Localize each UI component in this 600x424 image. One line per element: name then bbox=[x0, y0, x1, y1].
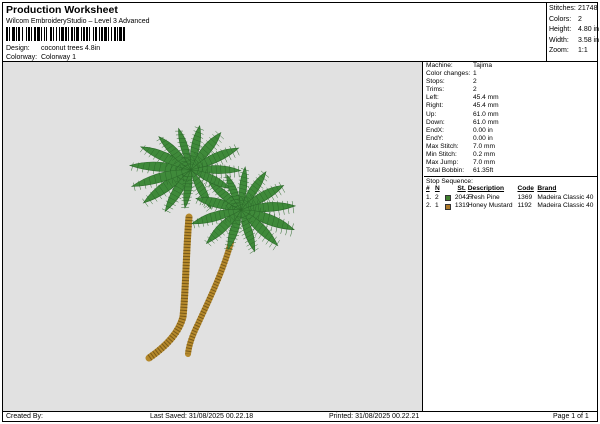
info-value: 2 bbox=[473, 78, 477, 86]
info-row: Max Jump: 7.0 mm bbox=[424, 159, 597, 167]
thread-code: 1369 bbox=[517, 193, 533, 201]
info-label: Machine: bbox=[426, 62, 453, 69]
info-row: Max Stitch: 7.0 mm bbox=[424, 143, 597, 151]
info-label: Stops: bbox=[426, 78, 445, 86]
info-row: Trims: 2 bbox=[424, 86, 597, 94]
info-label: Up: bbox=[426, 110, 437, 118]
production-worksheet: Production Worksheet Wilcom EmbroiderySt… bbox=[2, 2, 599, 422]
thread-color-swatch bbox=[444, 203, 451, 210]
info-row: Down: 61.0 mm bbox=[424, 119, 597, 127]
info-label: Total Bobbin: bbox=[426, 167, 465, 175]
thread-code: 1192 bbox=[517, 202, 532, 210]
info-label: Min Stitch: bbox=[426, 151, 457, 159]
colorway-row: Colorway: Colorway 1 bbox=[6, 54, 76, 61]
machine-info: Machine: Tajima Color changes: 1 Stops: 2 Trim… bbox=[424, 62, 597, 175]
stats-panel: Stitches: 21748 Colors: 2 Height: 4.80 in W… bbox=[546, 3, 599, 61]
info-value: 7.0 mm bbox=[473, 142, 495, 150]
info-row: Min Stitch: 0.2 mm bbox=[424, 151, 597, 159]
design-value: coconut trees 4.8in bbox=[40, 45, 101, 52]
printed-date: Printed: 31/08/2025 00.22.21 bbox=[329, 413, 420, 420]
info-label: Max Jump: bbox=[426, 159, 459, 167]
info-label: Left: bbox=[426, 94, 439, 102]
stop-row: 1. 2 20427 Fresh Pine 1369 Madeira Classic 40 bbox=[424, 194, 597, 203]
leaflet-stroke bbox=[192, 220, 195, 229]
info-label: EndY: bbox=[426, 134, 444, 142]
thread-brand: Madeira Classic 40 bbox=[537, 193, 594, 201]
info-row: Stops: 2 bbox=[424, 78, 597, 86]
thread-description: Fresh Pine bbox=[467, 193, 500, 201]
stop-number: 2. bbox=[426, 202, 432, 210]
stop-needle: 1 bbox=[434, 202, 439, 210]
info-value: 0.00 in bbox=[473, 134, 493, 142]
stop-number: 1. bbox=[426, 193, 432, 201]
info-row: Up: 61.0 mm bbox=[424, 111, 597, 119]
info-row: Left: 45.4 mm bbox=[424, 94, 597, 102]
thread-description: Honey Mustard bbox=[467, 202, 513, 210]
leaflet-stroke bbox=[133, 182, 136, 191]
info-row: Right: 45.4 mm bbox=[424, 102, 597, 110]
info-value: 2 bbox=[473, 86, 477, 94]
info-label: Down: bbox=[426, 118, 445, 126]
info-value: 45.4 mm bbox=[473, 94, 499, 102]
stop-sequence-rows: 1. 2 20427 Fresh Pine 1369 Madeira Classic 40… bbox=[424, 194, 597, 211]
info-label: Trims: bbox=[426, 86, 445, 94]
software-subtitle: Wilcom EmbroideryStudio – Level 3 Advanc… bbox=[6, 18, 150, 25]
info-value: 0.00 in bbox=[473, 126, 493, 134]
created-by: Created By: bbox=[6, 413, 43, 420]
stop-sequence-header: # N St. Description Code Brand bbox=[426, 185, 557, 193]
info-row: Machine: Tajima bbox=[424, 62, 597, 70]
left-trunk bbox=[145, 213, 193, 362]
colorway-label: Colorway: bbox=[6, 54, 38, 61]
stitch-count: 20427 bbox=[454, 193, 474, 201]
info-value: 0.2 mm bbox=[473, 151, 495, 159]
info-row: EndY: 0.00 in bbox=[424, 135, 597, 143]
stat-height: Height: 4.80 in bbox=[549, 26, 600, 33]
thread-color-swatch bbox=[444, 195, 451, 202]
info-value: 45.4 mm bbox=[473, 102, 499, 110]
info-label: EndX: bbox=[426, 126, 444, 134]
palm-trunks bbox=[145, 213, 234, 362]
info-label: Max Stitch: bbox=[426, 142, 459, 150]
page-title: Production Worksheet bbox=[6, 4, 118, 16]
info-value: 1 bbox=[473, 70, 477, 78]
stat-zoom: Zoom: 1:1 bbox=[549, 47, 588, 54]
leaflet-stroke bbox=[181, 206, 190, 209]
info-row: Total Bobbin: 61.35ft bbox=[424, 167, 597, 175]
info-value: 61.0 mm bbox=[473, 118, 499, 126]
info-row: EndX: 0.00 in bbox=[424, 127, 597, 135]
info-row: Color changes: 1 bbox=[424, 70, 597, 78]
design-preview bbox=[3, 62, 423, 411]
coconut-trees-embroidery bbox=[128, 125, 297, 362]
info-value: 61.0 mm bbox=[473, 110, 499, 118]
stop-needle: 2 bbox=[434, 193, 439, 201]
colorway-value: Colorway 1 bbox=[40, 54, 76, 61]
info-value: 61.35ft bbox=[473, 167, 494, 175]
design-row: Design: coconut trees 4.8in bbox=[6, 45, 100, 52]
palm-fronds bbox=[128, 125, 297, 254]
stat-width: Width: 3.58 in bbox=[549, 36, 600, 44]
info-value: 7.0 mm bbox=[473, 159, 495, 167]
design-label: Design: bbox=[6, 45, 30, 52]
info-label: Color changes: bbox=[426, 70, 471, 78]
stop-row: 2. 1 1319 Honey Mustard 1192 Madeira Classic … bbox=[424, 202, 597, 211]
leaflet-stroke bbox=[238, 166, 240, 178]
barcode bbox=[6, 27, 125, 41]
color-swatch bbox=[444, 203, 455, 210]
info-panel: Machine: Tajima Color changes: 1 Stops: 2 Trim… bbox=[424, 62, 597, 411]
color-swatch bbox=[444, 195, 455, 202]
stat-colors: Colors: 2 bbox=[549, 15, 582, 23]
stat-stitches: Stitches: 21748 bbox=[549, 5, 598, 12]
thread-brand: Madeira Classic 40 bbox=[537, 202, 594, 210]
last-saved: Last Saved: 31/08/2025 00.22.18 bbox=[150, 413, 254, 420]
stitch-count: 1319 bbox=[454, 202, 470, 210]
info-label: Right: bbox=[426, 102, 444, 110]
stop-sequence-title: Stop Sequence: bbox=[424, 176, 597, 185]
page-number: Page 1 of 1 bbox=[553, 413, 589, 420]
info-value: Tajima bbox=[473, 62, 493, 69]
footer-divider bbox=[3, 411, 597, 412]
